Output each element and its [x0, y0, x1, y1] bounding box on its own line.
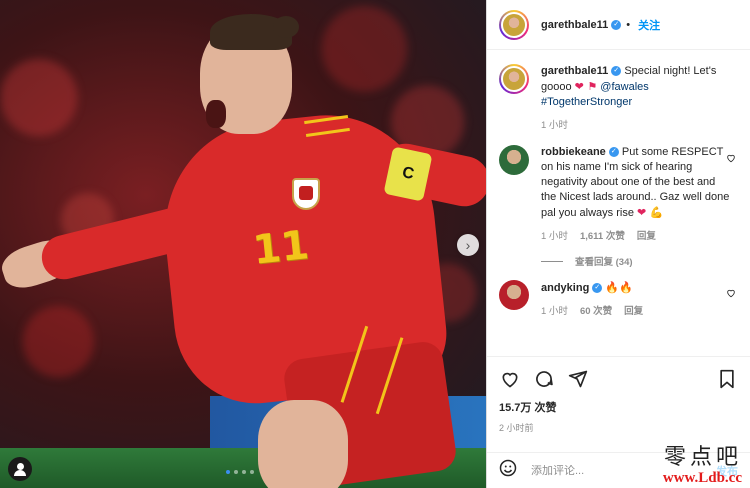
save-button[interactable]: [716, 368, 738, 390]
like-button[interactable]: [499, 368, 521, 390]
verified-badge-icon: ✓: [611, 19, 622, 30]
emoji-icon: [499, 459, 517, 477]
caption: garethbale11 ✓ Special night! Let's goooo…: [499, 64, 738, 133]
tagged-users-button[interactable]: [8, 457, 32, 481]
comment-item: robbiekeane ✓ Put some RESPECT on his nam…: [499, 145, 738, 244]
comment-time: 1 小时: [541, 231, 568, 242]
avatar[interactable]: [499, 9, 529, 40]
avatar[interactable]: [499, 280, 529, 310]
comment-username[interactable]: robbiekeane: [541, 146, 606, 158]
comment-username[interactable]: andyking: [541, 282, 589, 294]
separator: •: [626, 18, 631, 31]
view-replies-button[interactable]: 查看回复 (34): [541, 254, 738, 268]
carousel-dot: [234, 470, 238, 474]
mention-link[interactable]: @fawales: [600, 81, 648, 93]
carousel-dot: [242, 470, 246, 474]
comment-icon: [536, 371, 553, 387]
player-hair-bun: [273, 16, 299, 38]
heart-icon[interactable]: [726, 288, 736, 298]
person-icon: [16, 463, 24, 470]
carousel-dot: [226, 470, 230, 474]
jersey-number: 11: [250, 222, 311, 274]
caption-time: 1 小时: [541, 120, 568, 131]
verified-badge-icon: ✓: [611, 66, 622, 77]
verified-badge-icon: ✓: [608, 147, 619, 158]
share-icon: [568, 370, 588, 388]
post-comment-button[interactable]: 发布: [716, 463, 738, 479]
hashtag-link[interactable]: #TogetherStronger: [541, 96, 632, 108]
post-timestamp[interactable]: 2 小时前: [499, 421, 738, 434]
comment-item: andyking ✓ 🔥🔥 1 小时 60 次赞 回复: [499, 280, 738, 319]
reply-button[interactable]: 回复: [624, 304, 643, 319]
comment-input[interactable]: [531, 464, 716, 477]
post-actions: 15.7万 次赞 2 小时前: [487, 356, 750, 434]
heart-icon: [502, 372, 518, 388]
emoji-button[interactable]: [499, 459, 517, 482]
header-username[interactable]: garethbale11 ✓: [541, 19, 622, 31]
player-leg: [258, 400, 348, 488]
comment-likes[interactable]: 60 次赞: [580, 304, 612, 319]
post-header: garethbale11 ✓ • 关注: [487, 0, 750, 50]
post-media[interactable]: C 11 ›: [0, 0, 486, 488]
comment-likes[interactable]: 1,611 次赞: [580, 229, 625, 244]
caption-username[interactable]: garethbale11: [541, 65, 608, 77]
add-comment-bar: 发布: [487, 452, 750, 488]
follow-button[interactable]: 关注: [638, 17, 660, 33]
player-mouth: [206, 100, 226, 128]
carousel-indicator: [226, 470, 254, 474]
comment-emojis: ❤ 💪: [637, 206, 664, 219]
comment-emojis: 🔥🔥: [605, 281, 633, 294]
heart-icon[interactable]: [726, 153, 736, 163]
post-sidebar: garethbale11 ✓ • 关注 garethbale11 ✓ Special…: [486, 0, 750, 488]
wales-crest-icon: [292, 178, 320, 210]
chevron-right-icon: ›: [465, 237, 471, 253]
carousel-next-button[interactable]: ›: [457, 234, 479, 256]
comment-time: 1 小时: [541, 306, 568, 317]
comment-button[interactable]: [533, 368, 555, 390]
reply-button[interactable]: 回复: [637, 229, 656, 244]
avatar[interactable]: [499, 64, 529, 94]
share-button[interactable]: [567, 368, 589, 390]
caption-emojis: ❤ ⚑: [574, 80, 598, 93]
carousel-dot: [250, 470, 254, 474]
verified-badge-icon: ✓: [592, 283, 603, 294]
bookmark-icon: [720, 369, 734, 389]
avatar[interactable]: [499, 145, 529, 175]
comments-list[interactable]: garethbale11 ✓ Special night! Let's goooo…: [487, 50, 750, 362]
likes-count[interactable]: 15.7万 次赞: [499, 399, 738, 415]
